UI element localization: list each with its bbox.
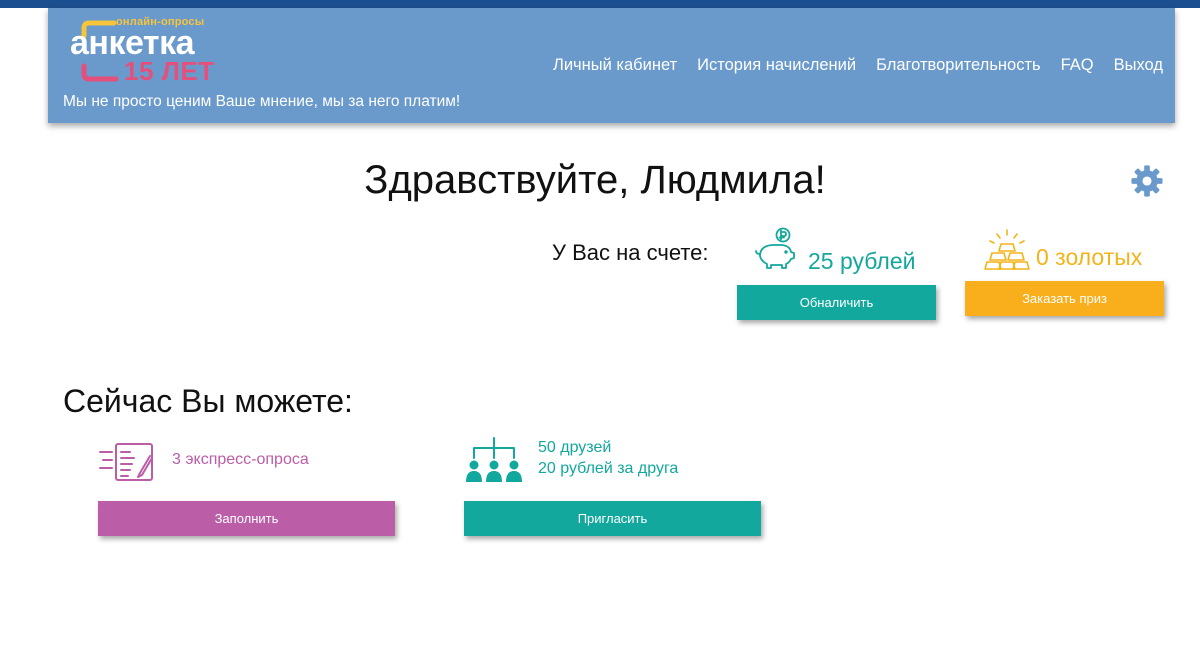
cashout-button[interactable]: Обналичить [737, 285, 936, 320]
page-title: Здравствуйте, Людмила! [364, 158, 826, 202]
gear-icon[interactable] [1130, 164, 1164, 198]
site-logo[interactable]: онлайн-опросы анкетка 15 ЛЕТ [70, 14, 220, 86]
top-stripe [0, 0, 1200, 8]
main-nav: Личный кабинет История начислений Благот… [553, 56, 1163, 75]
nav-item-account[interactable]: Личный кабинет [553, 56, 677, 75]
nav-item-charity[interactable]: Благотворительность [876, 56, 1041, 75]
site-tagline: Мы не просто ценим Ваше мнение, мы за не… [63, 93, 461, 110]
section-title: Сейчас Вы можете: [63, 383, 353, 419]
gold-balance: 0 золотых [1036, 244, 1143, 270]
site-header: онлайн-опросы анкетка 15 ЛЕТ Мы не прост… [48, 8, 1175, 123]
friend-bonus: 20 рублей за друга [538, 460, 679, 477]
logo-years: 15 ЛЕТ [124, 56, 215, 86]
piggy-bank-icon [755, 227, 795, 269]
referral-tree-icon [466, 437, 522, 482]
order-prize-button[interactable]: Заказать приз [965, 281, 1164, 316]
nav-item-faq[interactable]: FAQ [1061, 56, 1094, 75]
survey-form-icon [99, 443, 153, 481]
ruble-balance: 25 рублей [808, 248, 916, 274]
friends-count: 50 друзей [538, 439, 612, 456]
balance-label: У Вас на счете: [552, 240, 709, 265]
invite-button[interactable]: Пригласить [464, 501, 761, 536]
nav-item-history[interactable]: История начислений [697, 56, 856, 75]
nav-item-logout[interactable]: Выход [1114, 56, 1163, 75]
express-surveys-count: 3 экспресс-опроса [172, 451, 309, 468]
gold-bars-icon [984, 229, 1030, 270]
fill-survey-button[interactable]: Заполнить [98, 501, 395, 536]
